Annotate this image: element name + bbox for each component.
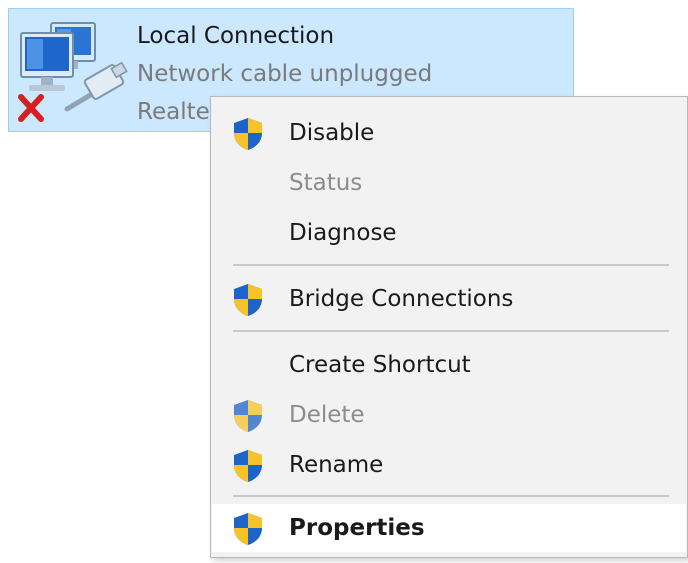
menu-separator bbox=[233, 264, 669, 266]
uac-shield-icon bbox=[234, 284, 262, 316]
desktop-window: Local Connection Network cable unplugged… bbox=[0, 0, 688, 563]
menu-label-disable: Disable bbox=[289, 120, 375, 146]
menu-separator bbox=[233, 495, 669, 497]
uac-shield-icon bbox=[234, 513, 262, 545]
uac-shield-icon bbox=[234, 450, 262, 482]
menu-item-bridge-connections[interactable]: Bridge Connections bbox=[212, 275, 686, 323]
uac-shield-icon bbox=[234, 400, 262, 432]
uac-shield-icon bbox=[234, 118, 262, 150]
connection-status: Network cable unplugged bbox=[137, 61, 433, 87]
menu-label-status: Status bbox=[289, 170, 363, 196]
menu-item-diagnose[interactable]: Diagnose bbox=[212, 209, 686, 257]
context-menu: Disable Status Diagnose Bridge Connectio… bbox=[210, 96, 688, 558]
menu-item-create-shortcut[interactable]: Create Shortcut bbox=[212, 341, 686, 389]
network-disconnected-icon bbox=[18, 22, 128, 122]
menu-separator bbox=[233, 330, 669, 332]
menu-item-status: Status bbox=[212, 159, 686, 207]
menu-label-diagnose: Diagnose bbox=[289, 220, 397, 246]
menu-label-delete: Delete bbox=[289, 402, 365, 428]
menu-label-create-shortcut: Create Shortcut bbox=[289, 352, 471, 378]
menu-item-disable[interactable]: Disable bbox=[212, 109, 686, 157]
menu-item-rename[interactable]: Rename bbox=[212, 441, 686, 489]
menu-item-properties[interactable]: Properties bbox=[212, 504, 686, 552]
menu-label-bridge-connections: Bridge Connections bbox=[289, 286, 514, 312]
menu-label-rename: Rename bbox=[289, 452, 384, 478]
menu-label-properties: Properties bbox=[289, 515, 425, 541]
connection-name: Local Connection bbox=[137, 23, 335, 49]
menu-item-delete: Delete bbox=[212, 391, 686, 439]
